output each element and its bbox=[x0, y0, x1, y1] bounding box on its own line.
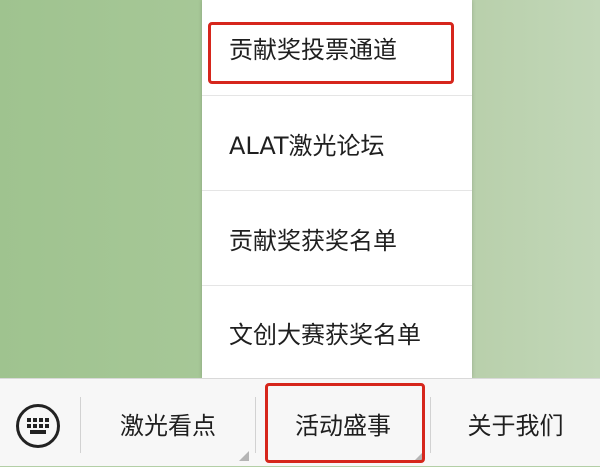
keyboard-icon bbox=[27, 418, 49, 434]
tab-label: 激光看点 bbox=[120, 411, 216, 440]
menu-item-alat-forum[interactable]: ALAT激光论坛 bbox=[202, 95, 472, 190]
tab-label: 关于我们 bbox=[467, 411, 564, 440]
tab-events[interactable]: 活动盛事 bbox=[256, 379, 430, 467]
menu-item-label: 文创大赛获奖名单 bbox=[229, 320, 421, 349]
submenu-indicator-icon bbox=[414, 451, 424, 461]
menu-item-contribution-vote[interactable]: 贡献奖投票通道 bbox=[202, 0, 472, 95]
menu-item-label: 贡献奖投票通道 bbox=[229, 36, 397, 64]
submenu-indicator-icon bbox=[239, 451, 249, 461]
tab-label: 活动盛事 bbox=[295, 411, 391, 440]
bottom-menu-bar: 激光看点 活动盛事 关于我们 bbox=[0, 378, 600, 466]
keyboard-toggle-button[interactable] bbox=[16, 404, 60, 448]
menu-item-creative-contest-winners[interactable]: 文创大赛获奖名单 bbox=[202, 285, 472, 378]
tab-about-us[interactable]: 关于我们 bbox=[431, 379, 600, 467]
menu-item-label: 贡献奖获奖名单 bbox=[229, 226, 397, 255]
submenu-popup: 贡献奖投票通道 ALAT激光论坛 贡献奖获奖名单 文创大赛获奖名单 bbox=[202, 0, 472, 378]
menu-item-contribution-winners[interactable]: 贡献奖获奖名单 bbox=[202, 190, 472, 285]
tab-laser-highlights[interactable]: 激光看点 bbox=[81, 379, 255, 467]
menu-item-label: ALAT激光论坛 bbox=[229, 131, 385, 160]
